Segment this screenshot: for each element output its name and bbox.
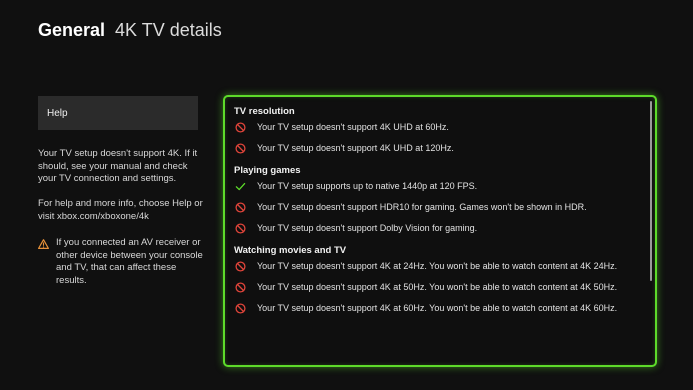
prohibited-icon [234, 281, 247, 294]
status-text: Your TV setup doesn't support HDR10 for … [257, 202, 587, 212]
prohibited-icon [234, 260, 247, 273]
status-item: Your TV setup doesn't support 4K at 60Hz… [234, 302, 641, 315]
status-text: Your TV setup doesn't support 4K UHD at … [257, 143, 454, 153]
prohibited-icon [234, 201, 247, 214]
warning-note: If you connected an AV receiver or other… [38, 237, 208, 287]
help-button[interactable]: Help [38, 96, 198, 130]
status-item: Your TV setup doesn't support 4K at 24Hz… [234, 260, 641, 273]
section-title: General [38, 20, 106, 40]
prohibited-icon [234, 142, 247, 155]
warning-triangle-icon [38, 239, 49, 249]
prohibited-icon [234, 121, 247, 134]
prohibited-icon [234, 222, 247, 235]
section-heading: Playing games [234, 165, 301, 176]
status-item: Your TV setup doesn't support 4K UHD at … [234, 142, 641, 155]
prohibited-icon [234, 302, 247, 315]
checkmark-icon [234, 180, 247, 193]
page-title: 4K TV details [115, 20, 222, 40]
status-text: Your TV setup supports up to native 1440… [257, 181, 478, 191]
status-item: Your TV setup doesn't support HDR10 for … [234, 201, 641, 214]
warning-text: If you connected an AV receiver or other… [56, 237, 203, 286]
status-item: Your TV setup doesn't support Dolby Visi… [234, 222, 641, 235]
page-header: General 4K TV details [38, 20, 222, 41]
status-text: Your TV setup doesn't support 4K UHD at … [257, 122, 449, 132]
status-text: Your TV setup doesn't support 4K at 50Hz… [257, 282, 618, 292]
status-item: Your TV setup supports up to native 1440… [234, 180, 641, 193]
help-paragraph-setup: Your TV setup doesn't support 4K. If it … [38, 148, 198, 184]
section-heading: TV resolution [234, 106, 295, 117]
help-paragraph-more-info: For help and more info, choose Help or v… [38, 198, 203, 222]
status-item: Your TV setup doesn't support 4K UHD at … [234, 121, 641, 134]
status-item: Your TV setup doesn't support 4K at 50Hz… [234, 281, 641, 294]
status-text: Your TV setup doesn't support 4K at 60Hz… [257, 303, 618, 313]
help-button-label: Help [47, 107, 68, 119]
section-heading: Watching movies and TV [234, 245, 347, 256]
tv-details-list: TV resolution Your TV setup doesn't suppo… [234, 106, 641, 323]
status-text: Your TV setup doesn't support Dolby Visi… [257, 223, 478, 233]
status-text: Your TV setup doesn't support 4K at 24Hz… [257, 261, 618, 271]
scrollbar[interactable] [650, 101, 652, 281]
tv-details-panel[interactable]: TV resolution Your TV setup doesn't suppo… [223, 95, 657, 367]
